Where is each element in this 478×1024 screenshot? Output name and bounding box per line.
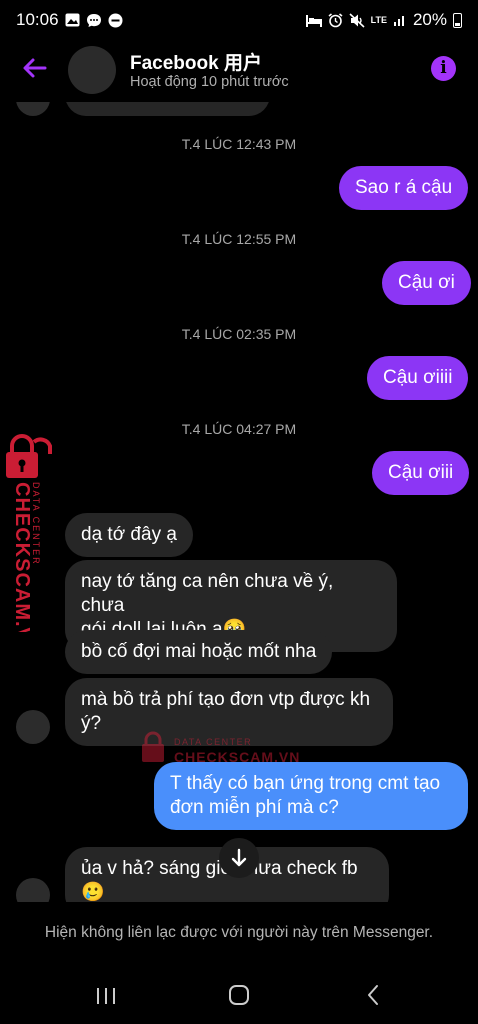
message-timestamp: T.4 LÚC 12:55 PM [181,231,297,247]
message-timestamp: T.4 LÚC 12:43 PM [181,136,297,152]
signal-icon [393,16,404,26]
status-right: LTE 20% [305,10,462,30]
message-timestamp: T.4 LÚC 04:27 PM [181,421,297,437]
status-left: 10:06 [16,10,123,30]
watermark-center-small: DATA CENTER [174,737,252,747]
watermark-side-small: DATA CENTER [31,482,41,566]
watermark-side-big: CHECKSCAM.VN [11,482,33,632]
status-time: 10:06 [16,10,59,29]
back-nav-icon[interactable] [354,980,394,1010]
contact-name[interactable]: Facebook 用户 [130,48,262,75]
message-thread[interactable]: T.4 LÚC 12:43 PM Sao r á cậu T.4 LÚC 12:… [0,102,478,902]
watermark-center: DATA CENTER CHECKSCAM.VN [140,730,310,770]
lte-indicator: LTE [370,14,387,25]
back-arrow-icon[interactable] [20,53,50,83]
status-bar: 10:06 LTE 20% [0,0,478,40]
message-line: mà bồ trả phí tạo đơn vtp được kh [81,689,371,710]
scroll-to-bottom-button[interactable] [219,838,259,878]
alarm-icon [328,12,343,27]
home-icon[interactable] [219,980,259,1010]
battery-icon [453,12,462,28]
do-not-disturb-icon [108,13,123,27]
message-outgoing[interactable]: Cậu ơiii [372,451,470,495]
message-line: T thấy có bạn ứng trong cmt tạo [170,773,441,794]
message-timestamp: T.4 LÚC 02:35 PM [181,326,297,342]
arrow-down-icon [231,848,247,867]
message-line: 🥲 [81,882,105,902]
contact-avatar[interactable] [68,46,116,94]
message-outgoing[interactable]: Cậu ơi [382,261,471,305]
message-outgoing[interactable]: T thấy có bạn ứng trong cmt tạo đơn miễn… [154,762,468,830]
contact-status: Hoạt động 10 phút trước [130,74,289,90]
message-incoming[interactable]: dạ tớ đây ạ [65,513,193,557]
info-icon[interactable]: i [431,56,456,81]
sleep-mode-icon [305,14,322,27]
battery-text: 20% [412,10,447,29]
message-line: đơn miễn phí mà c? [170,797,339,818]
gallery-icon [65,13,80,27]
mute-icon [349,12,365,28]
sender-avatar [16,102,50,116]
sender-avatar [16,878,50,902]
message-incoming-partial[interactable] [65,102,270,116]
message-outgoing[interactable]: Sao r á cậu [339,166,469,210]
message-line: nay tớ tăng ca nên chưa về ý, chưa [81,571,334,616]
conversation-header: Facebook 用户 Hoạt động 10 phút trước i [0,40,478,102]
sender-avatar [16,710,50,744]
watermark-side: CHECKSCAM.VN DATA CENTER [4,432,56,657]
message-incoming[interactable]: bồ cố đợi mai hoặc mốt nha [65,630,333,674]
unavailable-notice: Hiện không liên lạc được với người này t… [44,924,434,941]
recent-apps-icon[interactable] [86,980,126,1010]
watermark-center-big: CHECKSCAM.VN [174,749,300,765]
system-nav-bar [0,968,478,1024]
messages-icon [86,13,101,27]
message-outgoing[interactable]: Cậu ơiiii [367,356,469,400]
